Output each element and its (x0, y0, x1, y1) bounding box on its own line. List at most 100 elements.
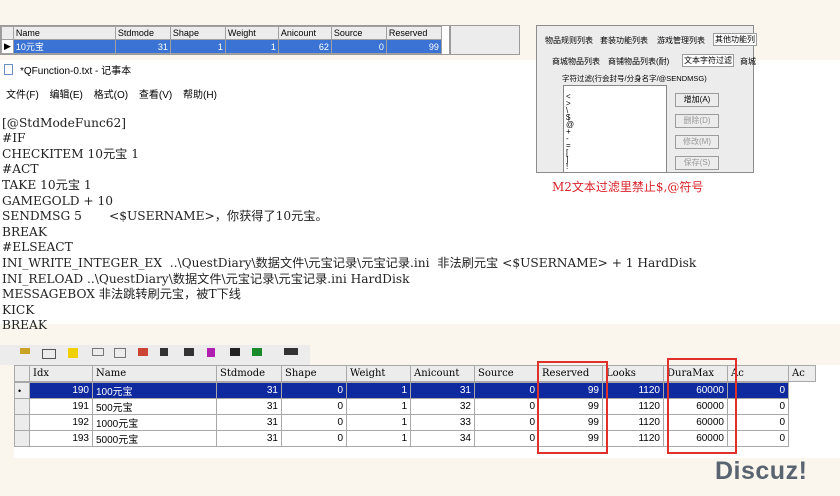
cell-weight[interactable]: 1 (224, 39, 279, 54)
grid-top-indicator (1, 26, 14, 40)
table-row[interactable]: ▶ 10元宝 31 1 1 62 0 99 (1, 39, 442, 54)
label-icon[interactable] (68, 348, 78, 358)
list-item[interactable]: < (566, 93, 666, 101)
tab-mall[interactable]: 商城 (740, 56, 756, 67)
cell-anicount[interactable]: 62 (277, 39, 332, 54)
block-icon[interactable] (184, 348, 194, 356)
tool-icon[interactable] (230, 348, 240, 356)
cell-source[interactable]: 0 (474, 430, 539, 447)
cell-name[interactable]: 1000元宝 (92, 414, 217, 431)
cell-anicount[interactable]: 34 (410, 430, 475, 447)
cell-shape[interactable]: 0 (281, 382, 347, 399)
list-item[interactable]: $ (566, 114, 666, 122)
col-header-anicount[interactable]: Anicount (277, 26, 332, 40)
col-header-stdmode[interactable]: Stdmode (216, 365, 282, 382)
cell-shape[interactable]: 1 (169, 39, 226, 54)
tab-shop-items[interactable]: 商铺物品列表(耐) (608, 56, 669, 67)
col-header-name[interactable]: Name (12, 26, 116, 40)
monitor-icon[interactable] (284, 348, 298, 355)
color-icon[interactable] (207, 348, 215, 357)
col-header-source[interactable]: Source (330, 26, 387, 40)
list-item[interactable]: - (566, 135, 666, 143)
cell-stdmode[interactable]: 31 (216, 414, 282, 431)
cell-weight[interactable]: 1 (346, 414, 411, 431)
col-header-shape[interactable]: Shape (281, 365, 347, 382)
list-item[interactable]: > (566, 100, 666, 108)
cell-reserved[interactable]: 99 (385, 39, 442, 54)
tab-other-functions[interactable]: 其他功能列 (713, 33, 757, 46)
paste-icon[interactable] (138, 348, 148, 356)
list-item[interactable]: ] (566, 156, 666, 164)
cell-looks[interactable]: 1120 (602, 430, 664, 447)
cell-weight[interactable]: 1 (346, 430, 411, 447)
script-line: INI_RELOAD ..\QuestDiary\数据文件\元宝记录\元宝记录.… (2, 271, 410, 286)
tab-text-filter[interactable]: 文本字符过滤 (682, 54, 734, 67)
cell-weight[interactable]: 1 (346, 398, 411, 415)
script-line: SENDMSG 5 <$USERNAME>，你获得了10元宝。 (2, 209, 328, 224)
cell-source[interactable]: 0 (474, 414, 539, 431)
filter-char-list[interactable]: < > \ $ @ + - =[]! (563, 85, 667, 173)
cell-stdmode[interactable]: 31 (216, 382, 282, 399)
cell-looks[interactable]: 1120 (602, 414, 664, 431)
cell-source[interactable]: 0 (474, 398, 539, 415)
col-header-idx[interactable]: Idx (29, 365, 93, 382)
cell-stdmode[interactable]: 31 (216, 430, 282, 447)
refresh-icon[interactable] (252, 348, 262, 356)
copy-icon[interactable] (114, 348, 126, 358)
col-header-weight[interactable]: Weight (224, 26, 279, 40)
cell-name[interactable]: 10元宝 (12, 39, 116, 54)
cell-shape[interactable]: 0 (281, 414, 347, 431)
cell-looks[interactable]: 1120 (602, 382, 664, 399)
list-item[interactable]: ! (566, 163, 666, 171)
col-header-reserved[interactable]: Reserved (385, 26, 442, 40)
col-header-stdmode[interactable]: Stdmode (114, 26, 171, 40)
notepad-icon (4, 64, 13, 75)
cell-name[interactable]: 500元宝 (92, 398, 217, 415)
col-header-shape[interactable]: Shape (169, 26, 226, 40)
item-grid-top[interactable]: Name Stdmode Shape Weight Anicount Sourc… (0, 25, 450, 55)
cell-stdmode[interactable]: 31 (216, 398, 282, 415)
tab-game-management[interactable]: 游戏管理列表 (657, 35, 705, 46)
cell-source[interactable]: 0 (330, 39, 387, 54)
list-item[interactable]: + (566, 128, 666, 136)
edit-icon[interactable] (92, 348, 104, 356)
cell-source[interactable]: 0 (474, 382, 539, 399)
col-header-anicount[interactable]: Anicount (410, 365, 475, 382)
cell-idx[interactable]: 192 (29, 414, 93, 431)
tab-set-functions[interactable]: 套装功能列表 (600, 35, 648, 46)
cell-stdmode[interactable]: 31 (114, 39, 171, 54)
cell-anicount[interactable]: 33 (410, 414, 475, 431)
col-header-ac-2[interactable]: Ac (788, 365, 816, 382)
col-header-looks[interactable]: Looks (602, 365, 664, 382)
modify-button[interactable]: 修改(M) (675, 135, 719, 149)
cell-idx[interactable]: 193 (29, 430, 93, 447)
cell-shape[interactable]: 0 (281, 398, 347, 415)
col-header-weight[interactable]: Weight (346, 365, 411, 382)
notepad-title: *QFunction-0.txt - 记事本 (20, 66, 132, 77)
open-icon[interactable] (20, 348, 30, 354)
add-button[interactable]: 增加(A) (675, 93, 719, 107)
cell-looks[interactable]: 1120 (602, 398, 664, 415)
cell-shape[interactable]: 0 (281, 430, 347, 447)
tab-item-rules[interactable]: 物品规则列表 (545, 35, 593, 46)
list-item[interactable]: @ (566, 121, 666, 129)
cell-anicount[interactable]: 31 (410, 382, 475, 399)
script-line: INI_WRITE_INTEGER_EX ..\QuestDiary\数据文件\… (2, 255, 697, 270)
cell-idx[interactable]: 190 (29, 382, 93, 399)
cell-name[interactable]: 5000元宝 (92, 430, 217, 447)
col-header-name[interactable]: Name (92, 365, 217, 382)
cell-idx[interactable]: 191 (29, 398, 93, 415)
tab-mall-items[interactable]: 商城物品列表 (552, 56, 600, 67)
bars-icon[interactable] (160, 348, 168, 356)
grid-icon[interactable] (42, 349, 56, 359)
script-line: BREAK (2, 318, 47, 333)
list-item[interactable]: = (566, 142, 666, 150)
col-header-source[interactable]: Source (474, 365, 539, 382)
cell-weight[interactable]: 1 (346, 382, 411, 399)
cell-name[interactable]: 100元宝 (92, 382, 217, 399)
save-button[interactable]: 保存(S) (675, 156, 719, 170)
list-item[interactable]: [ (566, 149, 666, 157)
delete-button[interactable]: 删除(D) (675, 114, 719, 128)
cell-anicount[interactable]: 32 (410, 398, 475, 415)
list-item[interactable]: \ (566, 107, 666, 115)
